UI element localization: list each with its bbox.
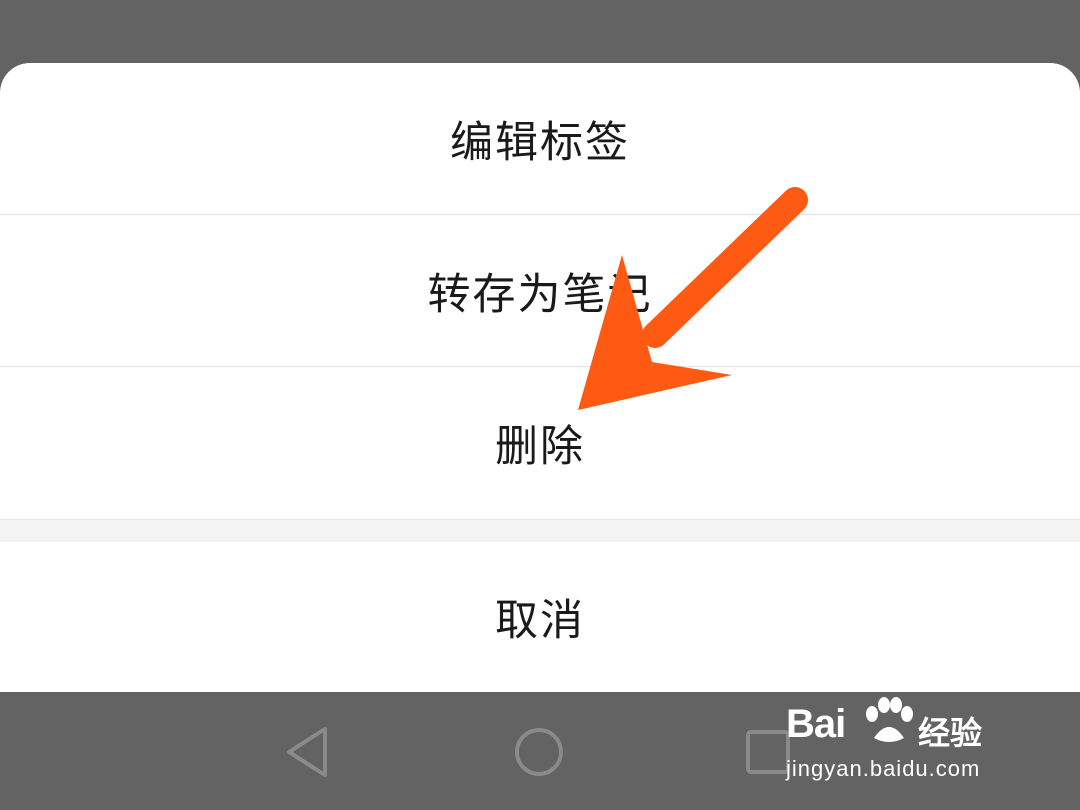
back-icon[interactable] (275, 717, 345, 787)
action-sheet: 编辑标签 转存为笔记 删除 取消 (0, 63, 1080, 692)
delete-label: 删除 (495, 422, 585, 472)
edit-tags-option[interactable]: 编辑标签 (0, 63, 1080, 215)
watermark-url: jingyan.baidu.com (786, 756, 981, 781)
watermark-brand-suffix: 经验 (918, 714, 983, 752)
cancel-label: 取消 (495, 595, 585, 646)
section-gap (0, 519, 1080, 542)
home-icon[interactable] (504, 717, 574, 787)
delete-option[interactable]: 删除 (0, 367, 1080, 519)
save-as-note-label: 转存为笔记 (427, 270, 653, 320)
paw-logo-icon (866, 697, 913, 742)
edit-tags-label: 编辑标签 (450, 118, 630, 168)
baidu-jingyan-watermark: Bai 经验 jingyan.baidu.com (786, 696, 1026, 786)
cancel-button[interactable]: 取消 (0, 541, 1080, 692)
save-as-note-option[interactable]: 转存为笔记 (0, 215, 1080, 367)
watermark-brand: Bai (786, 702, 846, 746)
